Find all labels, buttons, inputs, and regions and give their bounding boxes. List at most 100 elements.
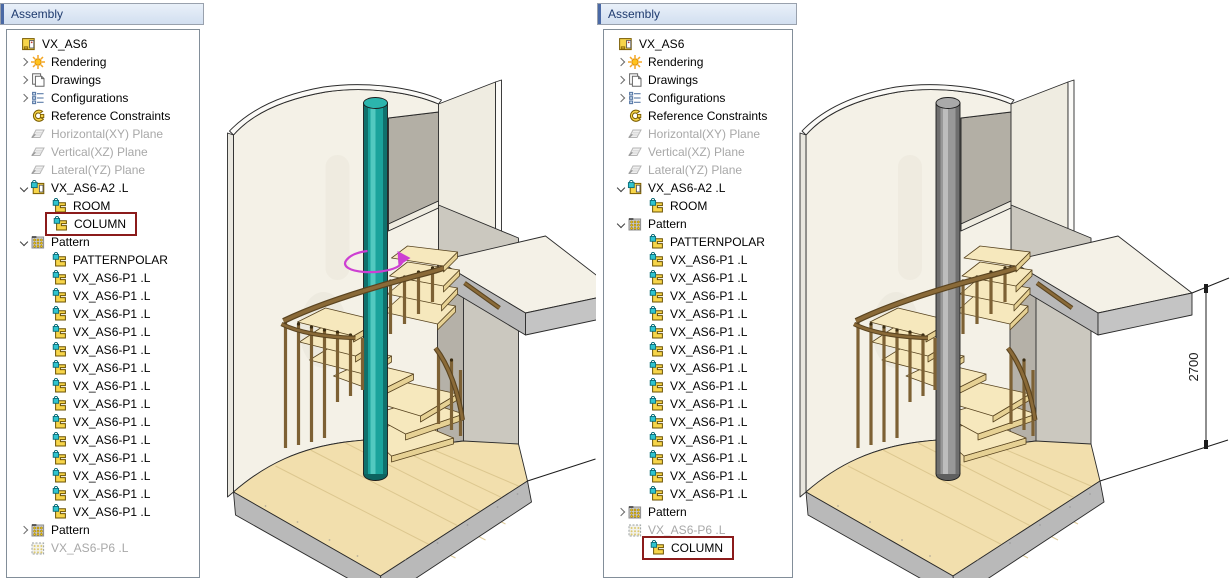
tree-item-label: Configurations — [51, 91, 130, 105]
chevron-right-icon[interactable] — [616, 58, 624, 66]
pattern-ghost-icon — [627, 522, 643, 538]
tree-item-label: COLUMN — [671, 541, 725, 555]
tree-item-drawings[interactable]: Drawings — [7, 71, 199, 89]
tree-item-label: VX_AS6 — [639, 37, 686, 51]
assembly-lock-icon — [30, 180, 46, 196]
tree-item-vx-as6-p1-l[interactable]: VX_AS6-P1 .L — [7, 269, 199, 287]
dimension-value: 2700 — [1186, 353, 1201, 382]
tree-item-label: VX_AS6-P1 .L — [73, 451, 152, 465]
tree-item-reference-constraints[interactable]: Reference Constraints — [7, 107, 199, 125]
tree-item-vx-as6-p1-l[interactable]: VX_AS6-P1 .L — [604, 467, 792, 485]
tree-item-label: VX_AS6-P6 .L — [648, 523, 727, 537]
tree-item-vx-as6-p1-l[interactable]: VX_AS6-P1 .L — [7, 359, 199, 377]
tree-item-vertical-xz-plane[interactable]: Vertical(XZ) Plane — [7, 143, 199, 161]
dimension-extension-top — [1192, 278, 1229, 293]
tree-item-vx-as6-p1-l[interactable]: VX_AS6-P1 .L — [7, 503, 199, 521]
chevron-right-icon[interactable] — [616, 76, 624, 84]
assembly-tree-right[interactable]: VX_AS6 RenderingDrawingsConfigurationsRef… — [603, 29, 793, 578]
drawings-icon — [30, 72, 46, 88]
tree-item-vx-as6-p1-l[interactable]: VX_AS6-P1 .L — [7, 395, 199, 413]
tree-item-vx-as6-a2-l[interactable]: VX_AS6-A2 .L — [7, 179, 199, 197]
tree-item-vx-as6-p1-l[interactable]: VX_AS6-P1 .L — [7, 323, 199, 341]
pattern-ghost-icon — [30, 540, 46, 556]
tree-item-pattern[interactable]: Pattern — [604, 503, 792, 521]
tree-item-vx-as6-p1-l[interactable]: VX_AS6-P1 .L — [604, 395, 792, 413]
refcon-icon — [30, 108, 46, 124]
tree-item-vx-as6-p1-l[interactable]: VX_AS6-P1 .L — [7, 287, 199, 305]
tree-item-column[interactable]: COLUMN — [604, 539, 792, 557]
panel-header[interactable]: Assembly — [597, 3, 797, 25]
tree-item-patternpolar[interactable]: PATTERNPOLAR — [604, 233, 792, 251]
tree-item-vx-as6-p1-l[interactable]: VX_AS6-P1 .L — [604, 449, 792, 467]
tree-item-vx-as6-a2-l[interactable]: VX_AS6-A2 .L — [604, 179, 792, 197]
tree-item-vx-as6-p6-l[interactable]: VX_AS6-P6 .L — [7, 539, 199, 557]
part-lock-icon — [649, 450, 665, 466]
tree-item-label: VX_AS6-P1 .L — [73, 433, 152, 447]
3d-viewport-left[interactable] — [205, 0, 596, 578]
tree-item-vx-as6-p1-l[interactable]: VX_AS6-P1 .L — [7, 449, 199, 467]
tree-item-drawings[interactable]: Drawings — [604, 71, 792, 89]
chevron-right-icon[interactable] — [616, 94, 624, 102]
tree-item-vx-as6-p1-l[interactable]: VX_AS6-P1 .L — [604, 287, 792, 305]
tree-item-label: Pattern — [648, 505, 689, 519]
tree-item-configurations[interactable]: Configurations — [604, 89, 792, 107]
tree-item-patternpolar[interactable]: PATTERNPOLAR — [7, 251, 199, 269]
tree-item-rendering[interactable]: Rendering — [7, 53, 199, 71]
tree-item-column[interactable]: COLUMN — [7, 215, 199, 233]
chevron-right-icon[interactable] — [19, 94, 27, 102]
tree-item-vx-as6-p1-l[interactable]: VX_AS6-P1 .L — [604, 341, 792, 359]
part-lock-icon — [649, 234, 665, 250]
chevron-down-icon[interactable] — [19, 184, 27, 192]
tree-item-vx-as6-p1-l[interactable]: VX_AS6-P1 .L — [7, 413, 199, 431]
tree-item-configurations[interactable]: Configurations — [7, 89, 199, 107]
highlight-box: COLUMN — [45, 212, 137, 236]
tree-item-vx-as6-p1-l[interactable]: VX_AS6-P1 .L — [7, 467, 199, 485]
tree-item-vx-as6-p1-l[interactable]: VX_AS6-P1 .L — [7, 377, 199, 395]
chevron-right-icon[interactable] — [616, 508, 624, 516]
tree-item-label: VX_AS6-P1 .L — [670, 379, 749, 393]
tree-item-label: VX_AS6-P1 .L — [670, 289, 749, 303]
tree-item-vx-as6[interactable]: VX_AS6 — [604, 35, 792, 53]
tree-item-reference-constraints[interactable]: Reference Constraints — [604, 107, 792, 125]
panel-header[interactable]: Assembly — [0, 3, 204, 25]
plane-icon — [627, 162, 643, 178]
tree-item-room[interactable]: ROOM — [604, 197, 792, 215]
tree-item-vx-as6-p1-l[interactable]: VX_AS6-P1 .L — [604, 269, 792, 287]
tree-item-vx-as6-p1-l[interactable]: VX_AS6-P1 .L — [7, 485, 199, 503]
tree-item-vx-as6-p1-l[interactable]: VX_AS6-P1 .L — [604, 485, 792, 503]
tree-item-vx-as6-p1-l[interactable]: VX_AS6-P1 .L — [604, 251, 792, 269]
assembly-tree-left[interactable]: VX_AS6RenderingDrawings Configurations Ref… — [6, 29, 200, 578]
chevron-right-icon[interactable] — [19, 526, 27, 534]
chevron-down-icon[interactable] — [616, 220, 624, 228]
tree-item-lateral-yz-plane[interactable]: Lateral(YZ) Plane — [7, 161, 199, 179]
tree-item-label: VX_AS6-P1 .L — [73, 487, 152, 501]
chevron-right-icon[interactable] — [19, 76, 27, 84]
tree-item-vx-as6-p1-l[interactable]: VX_AS6-P1 .L — [7, 341, 199, 359]
tree-item-horizontal-xy-plane[interactable]: Horizontal(XY) Plane — [7, 125, 199, 143]
chevron-down-icon[interactable] — [616, 184, 624, 192]
chevron-down-icon[interactable] — [19, 238, 27, 246]
tree-item-vx-as6-p1-l[interactable]: VX_AS6-P1 .L — [604, 359, 792, 377]
plane-icon — [627, 144, 643, 160]
tree-item-label: Lateral(YZ) Plane — [648, 163, 744, 177]
tree-item-vx-as6-p1-l[interactable]: VX_AS6-P1 .L — [7, 305, 199, 323]
tree-item-pattern[interactable]: Pattern — [604, 215, 792, 233]
part-lock-icon — [52, 414, 68, 430]
3d-viewport-right[interactable]: 2700 — [798, 0, 1232, 578]
tree-item-lateral-yz-plane[interactable]: Lateral(YZ) Plane — [604, 161, 792, 179]
tree-item-vx-as6-p1-l[interactable]: VX_AS6-P1 .L — [604, 413, 792, 431]
part-lock-icon — [52, 252, 68, 268]
tree-item-vertical-xz-plane[interactable]: Vertical(XZ) Plane — [604, 143, 792, 161]
drawings-icon — [627, 72, 643, 88]
tree-item-vx-as6-p1-l[interactable]: VX_AS6-P1 .L — [604, 377, 792, 395]
tree-item-vx-as6-p1-l[interactable]: VX_AS6-P1 .L — [604, 305, 792, 323]
plane-icon — [627, 126, 643, 142]
tree-item-pattern[interactable]: Pattern — [7, 521, 199, 539]
tree-item-vx-as6[interactable]: VX_AS6 — [7, 35, 199, 53]
tree-item-rendering[interactable]: Rendering — [604, 53, 792, 71]
tree-item-vx-as6-p1-l[interactable]: VX_AS6-P1 .L — [604, 431, 792, 449]
tree-item-horizontal-xy-plane[interactable]: Horizontal(XY) Plane — [604, 125, 792, 143]
tree-item-vx-as6-p1-l[interactable]: VX_AS6-P1 .L — [604, 323, 792, 341]
chevron-right-icon[interactable] — [19, 58, 27, 66]
tree-item-vx-as6-p1-l[interactable]: VX_AS6-P1 .L — [7, 431, 199, 449]
